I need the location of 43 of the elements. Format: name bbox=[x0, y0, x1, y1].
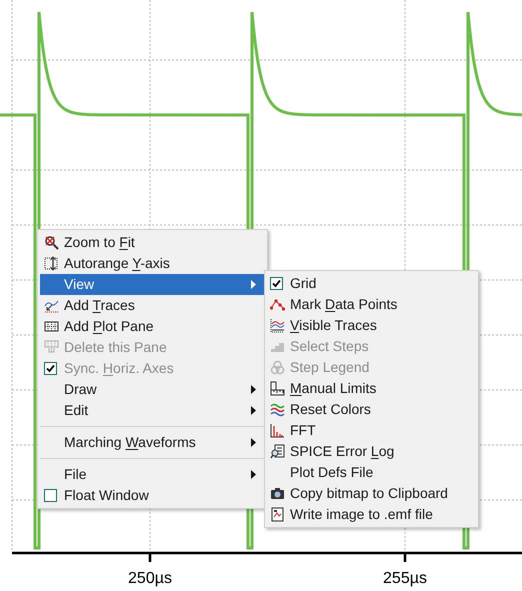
wavy-lines-icon bbox=[270, 402, 285, 417]
ruler-icon bbox=[270, 381, 285, 396]
axis-tick-label: 255µs bbox=[382, 569, 428, 589]
menu-item[interactable]: Grid bbox=[266, 273, 477, 294]
menu-item[interactable]: Reset Colors bbox=[266, 399, 477, 420]
delete-pane-icon bbox=[44, 340, 59, 355]
menu-item[interactable]: SPICE Error Log bbox=[266, 441, 477, 462]
menu-item[interactable]: Mark Data Points bbox=[266, 294, 477, 315]
plot-pane-icon bbox=[44, 319, 59, 334]
traces-icon bbox=[270, 318, 285, 333]
submenu-arrow-icon bbox=[251, 470, 256, 479]
menu-item[interactable]: View bbox=[40, 274, 265, 295]
menu-item[interactable]: Visible Traces bbox=[266, 315, 477, 336]
spectrum-icon bbox=[270, 423, 285, 438]
menu-item[interactable]: Marching Waveforms bbox=[40, 432, 265, 453]
menu-item[interactable]: Plot Defs File bbox=[266, 462, 477, 483]
add-traces-icon bbox=[44, 298, 59, 313]
submenu-arrow-icon bbox=[251, 406, 256, 415]
data-points-icon bbox=[270, 297, 285, 312]
zoom-icon bbox=[44, 235, 59, 250]
menu-item[interactable]: Manual Limits bbox=[266, 378, 477, 399]
menu-item[interactable]: Draw bbox=[40, 379, 265, 400]
axis-tick-label: 250µs bbox=[127, 569, 173, 589]
menu-item[interactable]: Copy bitmap to Clipboard bbox=[266, 483, 477, 504]
menu-item[interactable]: Zoom to Fit bbox=[40, 232, 265, 253]
submenu-arrow-icon bbox=[251, 385, 256, 394]
submenu-arrow-icon bbox=[251, 438, 256, 447]
vertical-range-icon bbox=[44, 256, 59, 271]
checkbox[interactable] bbox=[44, 489, 57, 502]
menu-item[interactable]: Float Window bbox=[40, 485, 265, 506]
submenu-arrow-icon bbox=[251, 280, 256, 289]
menu-item[interactable]: Edit bbox=[40, 400, 265, 421]
legend-icon bbox=[270, 360, 285, 375]
log-search-icon bbox=[270, 444, 285, 459]
image-file-icon bbox=[270, 507, 285, 522]
checkbox[interactable] bbox=[270, 277, 283, 290]
camera-icon bbox=[270, 486, 285, 501]
menu-item[interactable]: Add Plot Pane bbox=[40, 316, 265, 337]
menu-item[interactable]: Add Traces bbox=[40, 295, 265, 316]
menu-item[interactable]: File bbox=[40, 464, 265, 485]
menu-item[interactable]: Write image to .emf file bbox=[266, 504, 477, 525]
menu-item[interactable]: FFT bbox=[266, 420, 477, 441]
menu-item[interactable]: Autorange Y-axis bbox=[40, 253, 265, 274]
